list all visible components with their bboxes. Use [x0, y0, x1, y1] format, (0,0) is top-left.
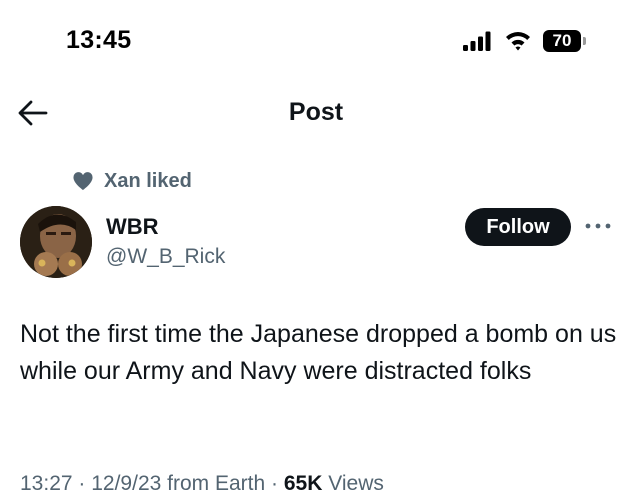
meta-separator: ·: [72, 472, 92, 495]
tweet-text: Not the first time the Japanese dropped …: [20, 320, 617, 385]
avatar-image: [20, 206, 92, 278]
author-handle[interactable]: @W_B_Rick: [106, 245, 225, 269]
meta-separator: ·: [265, 472, 284, 495]
views-label: Views: [322, 472, 384, 495]
heart-icon: [73, 172, 93, 191]
views-count[interactable]: 65K: [284, 472, 323, 495]
avatar[interactable]: [20, 206, 92, 278]
social-context-text: Xan liked: [104, 169, 192, 192]
battery-icon: 70: [543, 30, 587, 52]
wifi-icon: [506, 32, 530, 51]
follow-button[interactable]: Follow: [465, 208, 571, 246]
tweet-date[interactable]: 12/9/23: [91, 472, 161, 495]
battery-level: 70: [543, 30, 581, 52]
social-context[interactable]: Xan liked: [72, 168, 192, 194]
signal-icon: [463, 31, 491, 51]
page-title: Post: [288, 98, 344, 126]
more-options-icon[interactable]: [584, 220, 612, 232]
tweet-time[interactable]: 13:27: [20, 472, 73, 495]
author-display-name[interactable]: WBR: [106, 214, 159, 240]
battery-tip: [583, 37, 586, 45]
tweet-meta: 13:27 · 12/9/23 from Earth · 65K Views: [20, 472, 384, 496]
status-time: 13:45: [66, 26, 132, 54]
nav-bar: Post: [0, 84, 632, 140]
tweet-source: from Earth: [161, 472, 266, 495]
status-bar: 13:45 70: [0, 0, 632, 80]
